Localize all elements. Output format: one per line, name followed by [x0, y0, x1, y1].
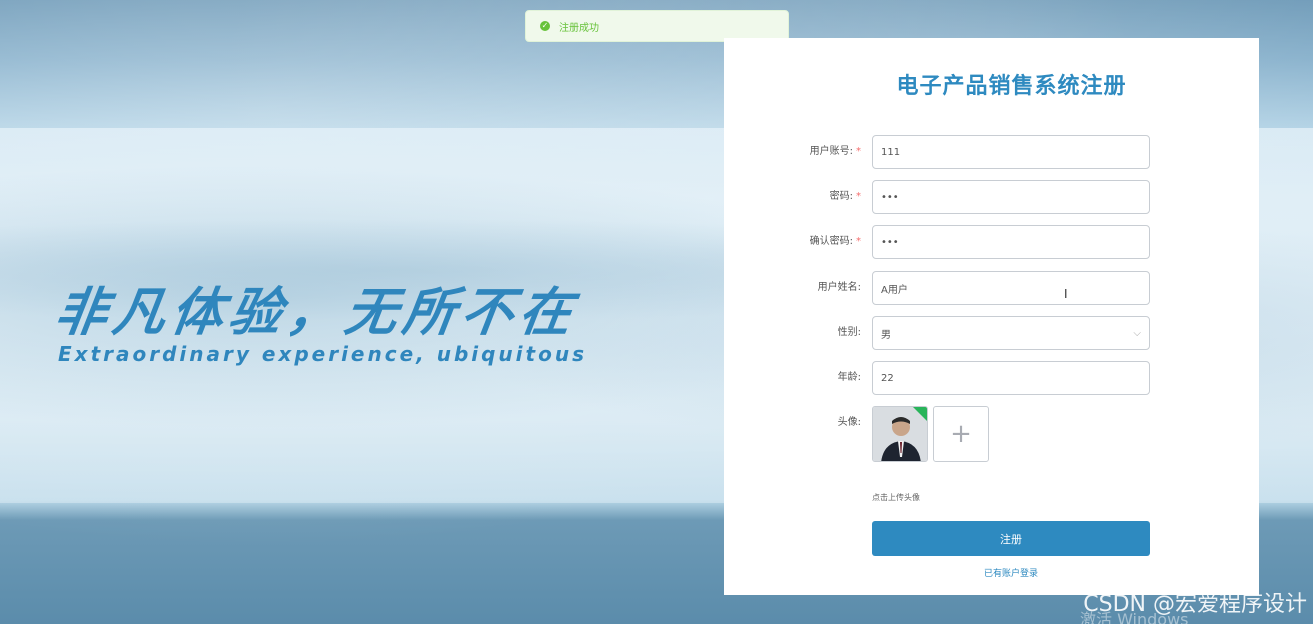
age-label: 年龄: — [837, 372, 861, 383]
login-link[interactable]: 已有账户登录 — [872, 566, 1150, 579]
account-input[interactable]: 111 — [872, 135, 1150, 169]
avatar-image[interactable] — [872, 406, 928, 462]
required-mark: * — [856, 236, 861, 247]
name-input[interactable]: A用户 — [872, 271, 1150, 305]
check-circle-icon: ✓ — [540, 21, 550, 31]
avatar-photo-icon — [873, 407, 927, 461]
activate-windows-text: 激活 Windows — [1080, 610, 1189, 629]
upload-avatar-button[interactable]: + — [933, 406, 989, 462]
required-mark: * — [856, 191, 861, 202]
register-panel: 电子产品销售系统注册 用户账号: * 111 密码: * ••• 确认密码: * ••… — [724, 38, 1259, 595]
chevron-down-icon: ⌵ — [1133, 328, 1141, 339]
toast-message: 注册成功 — [559, 22, 599, 34]
required-mark: * — [856, 146, 861, 157]
page-title: 电子产品销售系统注册 — [896, 74, 1127, 99]
slogan-chinese: 非凡体验，无所不在 — [51, 283, 582, 343]
plus-icon: + — [950, 419, 972, 449]
age-input[interactable]: 22 — [872, 361, 1150, 395]
gender-value: 男 — [881, 329, 891, 341]
text-cursor-icon: I — [1064, 287, 1068, 301]
gender-label: 性别: — [837, 327, 861, 338]
register-button[interactable]: 注册 — [872, 521, 1150, 556]
name-label: 用户姓名: — [817, 282, 861, 293]
account-label: 用户账号: * — [809, 146, 861, 157]
slogan-english: Extraordinary experience, ubiquitous — [58, 342, 587, 366]
upload-tip: 点击上传头像 — [872, 493, 920, 502]
gender-select[interactable]: 男 ⌵ — [872, 316, 1150, 350]
avatar-label: 头像: — [837, 417, 861, 428]
password-label: 密码: * — [829, 191, 861, 202]
password-input[interactable]: ••• — [872, 180, 1150, 214]
confirm-label: 确认密码: * — [809, 236, 861, 247]
confirm-password-input[interactable]: ••• — [872, 225, 1150, 259]
